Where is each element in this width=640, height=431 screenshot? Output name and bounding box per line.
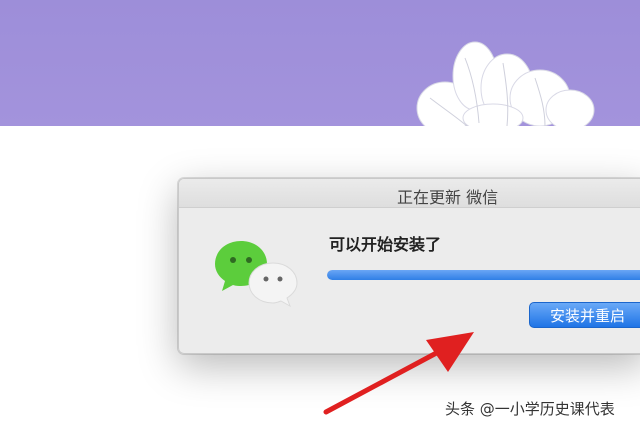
progress-bar bbox=[327, 270, 640, 280]
install-and-restart-button[interactable]: 安装并重启 bbox=[529, 302, 640, 328]
watermark: 头条 @一小学历史课代表 bbox=[445, 400, 615, 418]
progress-bar-fill bbox=[327, 270, 640, 280]
dialog-titlebar[interactable]: 正在更新 微信 bbox=[179, 179, 640, 208]
flower-image bbox=[416, 41, 595, 126]
status-message: 可以开始安装了 bbox=[329, 235, 442, 254]
dialog-title: 正在更新 微信 bbox=[397, 188, 499, 207]
desktop-banner bbox=[0, 0, 640, 126]
wechat-logo-icon bbox=[215, 241, 298, 307]
